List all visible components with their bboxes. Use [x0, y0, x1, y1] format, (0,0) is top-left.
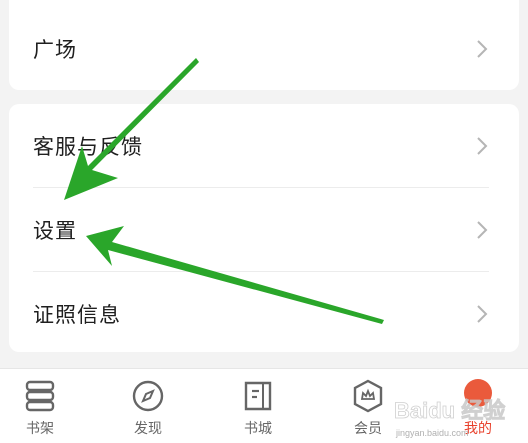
tab-label: 书架: [26, 421, 54, 437]
menu-item-label: 广场: [33, 37, 77, 62]
compass-icon: [132, 380, 164, 412]
tab-bookshelf[interactable]: 书架: [0, 369, 80, 443]
tab-label: 发现: [134, 421, 162, 437]
menu-item-license[interactable]: 证照信息: [9, 272, 519, 355]
chevron-right-icon: [477, 304, 488, 323]
menu-item-feedback[interactable]: 客服与反馈: [9, 104, 519, 187]
menu-item-label: 客服与反馈: [33, 134, 143, 159]
menu-card-top: 广场: [9, 0, 519, 90]
menu-item-label: 设置: [33, 218, 77, 243]
menu-item-settings[interactable]: 设置: [9, 188, 519, 271]
chevron-right-icon: [477, 136, 488, 155]
tab-bookstore[interactable]: 书城: [218, 369, 298, 443]
menu-item-label: 证照信息: [33, 302, 121, 327]
menu-card-main: 客服与反馈 设置 证照信息: [9, 104, 519, 352]
menu-item-plaza[interactable]: 广场: [9, 7, 519, 90]
chevron-right-icon: [477, 39, 488, 58]
baidu-jingyan-watermark: Baidu 经验 jingyan.baidu.com: [394, 398, 506, 438]
crown-shield-icon: [353, 379, 383, 413]
svg-text:Baidu 经验: Baidu 经验: [394, 398, 505, 423]
book-icon: [244, 381, 272, 411]
tab-label: 书城: [244, 421, 272, 437]
tab-label: 会员: [354, 421, 382, 437]
bookshelf-icon: [25, 380, 55, 412]
svg-text:jingyan.baidu.com: jingyan.baidu.com: [395, 428, 469, 438]
tab-discover[interactable]: 发现: [108, 369, 188, 443]
chevron-right-icon: [477, 220, 488, 239]
